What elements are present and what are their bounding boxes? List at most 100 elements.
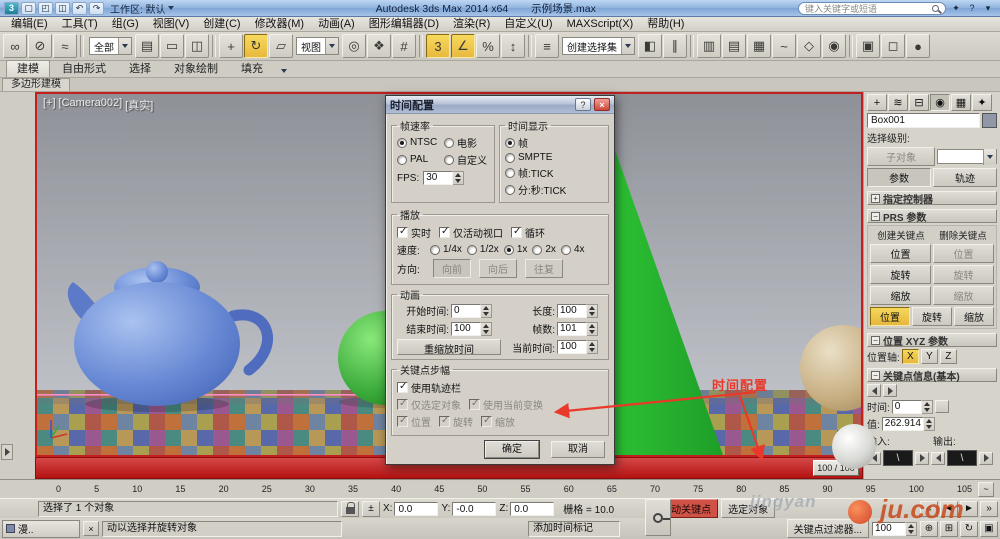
ribbon-tab-3[interactable]: 对象绘制 [163, 60, 229, 77]
unlink-selection-icon[interactable]: ⊘ [28, 34, 52, 58]
rescale-time-button[interactable]: 重缩放时间 [397, 339, 501, 356]
out-tangent-curve-button[interactable]: \ [947, 450, 977, 466]
speed-2x-radio[interactable]: 2x [532, 244, 556, 255]
menu-item-9[interactable]: 自定义(U) [497, 17, 559, 32]
layer-explorer-icon[interactable]: ▤ [722, 34, 746, 58]
delete-rotation-key-button[interactable]: 旋转 [933, 265, 994, 284]
utilities-tab-icon[interactable]: ✦ [972, 94, 992, 111]
trackbar-tick-20[interactable]: 20 [219, 484, 229, 494]
named-selection-sets-combo[interactable]: 创建选择集 [562, 37, 635, 55]
white-sphere-object[interactable] [832, 424, 876, 469]
undo-icon[interactable]: ↶ [72, 1, 87, 15]
modify-tab-icon[interactable]: ≋ [888, 94, 908, 111]
fps-spinner[interactable]: 30 [423, 171, 465, 185]
menu-item-2[interactable]: 组(G) [105, 17, 146, 32]
select-and-rotate-icon[interactable]: ↻ [244, 34, 268, 58]
frame-tick-radio[interactable]: 帧:TICK [505, 165, 603, 180]
selection-region-icon[interactable]: ▭ [160, 34, 184, 58]
search-icon[interactable] [932, 4, 939, 12]
real-time-checkbox[interactable]: 实时 [397, 225, 431, 240]
open-file-icon[interactable]: ◰ [38, 1, 53, 15]
position-parameters-button[interactable]: 位置 [870, 307, 910, 326]
ntsc-radio[interactable]: NTSC [397, 135, 442, 150]
selection-lock-toggle[interactable] [341, 500, 359, 517]
direction-backward-button[interactable]: 向后 [479, 259, 517, 278]
trackbar-tick-40[interactable]: 40 [391, 484, 401, 494]
current-time-spinner[interactable]: 100 [557, 340, 607, 354]
ribbon-overflow-arrow-icon[interactable] [281, 69, 287, 73]
position-checkbox[interactable]: 位置 [397, 414, 431, 429]
select-and-manipulate-icon[interactable]: ❖ [367, 34, 391, 58]
add-time-tag[interactable]: 添加时间标记 [528, 520, 620, 537]
use-trackbar-checkbox[interactable]: 使用轨迹栏 [397, 380, 461, 395]
frame-count-spinner[interactable]: 101 [557, 321, 607, 336]
create-position-key-button[interactable]: 位置 [870, 244, 931, 263]
dialog-close-button[interactable]: × [594, 98, 610, 111]
maximize-viewport-toggle-icon[interactable]: ▣ [980, 520, 998, 537]
combo-arrow-icon[interactable] [983, 148, 996, 165]
create-tab-icon[interactable]: + [867, 94, 887, 111]
window-crossing-icon[interactable]: ◫ [185, 34, 209, 58]
end-time-spinner[interactable]: 100 [451, 321, 501, 336]
track-bar[interactable]: 0 5 10 15 20 25 30 35 40 45 50 55 60 65 70 75 80 85 90 95 10… [0, 479, 1000, 498]
create-scale-key-button[interactable]: 缩放 [870, 286, 931, 305]
film-radio[interactable]: 电影 [444, 135, 489, 150]
start-time-spinner[interactable]: 0 [451, 303, 501, 318]
angle-snap-icon[interactable]: ∠ [451, 34, 475, 58]
menu-item-5[interactable]: 修改器(M) [248, 17, 312, 32]
key-time-spinner[interactable]: 0 [891, 399, 933, 414]
trackbar-tick-5[interactable]: 5 [94, 484, 99, 494]
assign-controller-rollout[interactable]: + 指定控制器 [867, 191, 997, 206]
workspace-arrow-icon[interactable] [167, 6, 174, 10]
motion-tab-icon[interactable]: ◉ [930, 94, 950, 111]
bind-to-space-warp-icon[interactable]: ≈ [53, 34, 77, 58]
trackbar-tick-30[interactable]: 30 [305, 484, 315, 494]
key-info-rollout[interactable]: − 关键点信息(基本) [867, 368, 997, 383]
x-coordinate-field[interactable]: 0.0 [394, 501, 439, 516]
viewport-shading-menu[interactable]: [真实] [125, 97, 153, 113]
cancel-button[interactable]: 取消 [551, 441, 605, 458]
trackbar-tick-10[interactable]: 10 [132, 484, 142, 494]
speed-1x-radio[interactable]: 1x [503, 244, 527, 255]
minimized-window-tab[interactable]: 漫.. [2, 519, 80, 538]
scene-explorer-icon[interactable]: ▥ [697, 34, 721, 58]
trackbar-tick-50[interactable]: 50 [477, 484, 487, 494]
menu-item-7[interactable]: 图形编辑器(D) [362, 17, 446, 32]
parameters-button[interactable]: 参数 [867, 168, 931, 187]
mirror-icon[interactable]: ◧ [638, 34, 662, 58]
key-value-spinner[interactable]: 262.914 [881, 416, 935, 431]
select-by-name-icon[interactable]: ▤ [135, 34, 159, 58]
delete-position-key-button[interactable]: 位置 [933, 244, 994, 263]
dialog-titlebar[interactable]: 时间配置 ? × [386, 96, 614, 114]
trackbar-tick-100[interactable]: 100 [909, 484, 924, 494]
rotation-checkbox[interactable]: 旋转 [439, 414, 473, 429]
use-pivot-point-icon[interactable]: ◎ [342, 34, 366, 58]
min-sec-tick-radio[interactable]: 分:秒:TICK [505, 182, 603, 197]
pal-radio[interactable]: PAL [397, 152, 442, 167]
schematic-view-icon[interactable]: ◇ [797, 34, 821, 58]
menu-item-0[interactable]: 编辑(E) [4, 17, 55, 32]
ribbon-toggle-icon[interactable]: ▦ [747, 34, 771, 58]
community-icon[interactable]: ✦ [948, 2, 964, 15]
out-tangent-prev-button[interactable] [931, 451, 945, 465]
use-current-transform-checkbox[interactable]: 使用当前变换 [469, 397, 543, 412]
active-viewport-only-checkbox[interactable]: 仅活动视口 [439, 225, 503, 240]
create-rotation-key-button[interactable]: 旋转 [870, 265, 931, 284]
delete-scale-key-button[interactable]: 缩放 [933, 286, 994, 305]
object-color-swatch[interactable] [982, 113, 997, 128]
select-and-move-icon[interactable]: + [219, 34, 243, 58]
spinner-snap-icon[interactable]: ↕ [501, 34, 525, 58]
trackbar-tick-0[interactable]: 0 [56, 484, 61, 494]
display-tab-icon[interactable]: ▦ [951, 94, 971, 111]
edit-named-selections-icon[interactable]: ≡ [535, 34, 559, 58]
trackbar-tick-15[interactable]: 15 [175, 484, 185, 494]
help-icon[interactable]: ? [964, 2, 980, 15]
trackbar-tick-105[interactable]: 105 [957, 484, 972, 494]
axis-x-button[interactable]: X [901, 349, 919, 364]
smpte-radio[interactable]: SMPTE [505, 152, 603, 163]
redo-icon[interactable]: ↷ [89, 1, 104, 15]
ribbon-tab-1[interactable]: 自由形式 [51, 60, 117, 77]
selected-objects-only-checkbox[interactable]: 仅选定对象 [397, 397, 461, 412]
trackbar-tick-45[interactable]: 45 [434, 484, 444, 494]
selection-filter-combo-arrow-icon[interactable] [118, 38, 131, 54]
